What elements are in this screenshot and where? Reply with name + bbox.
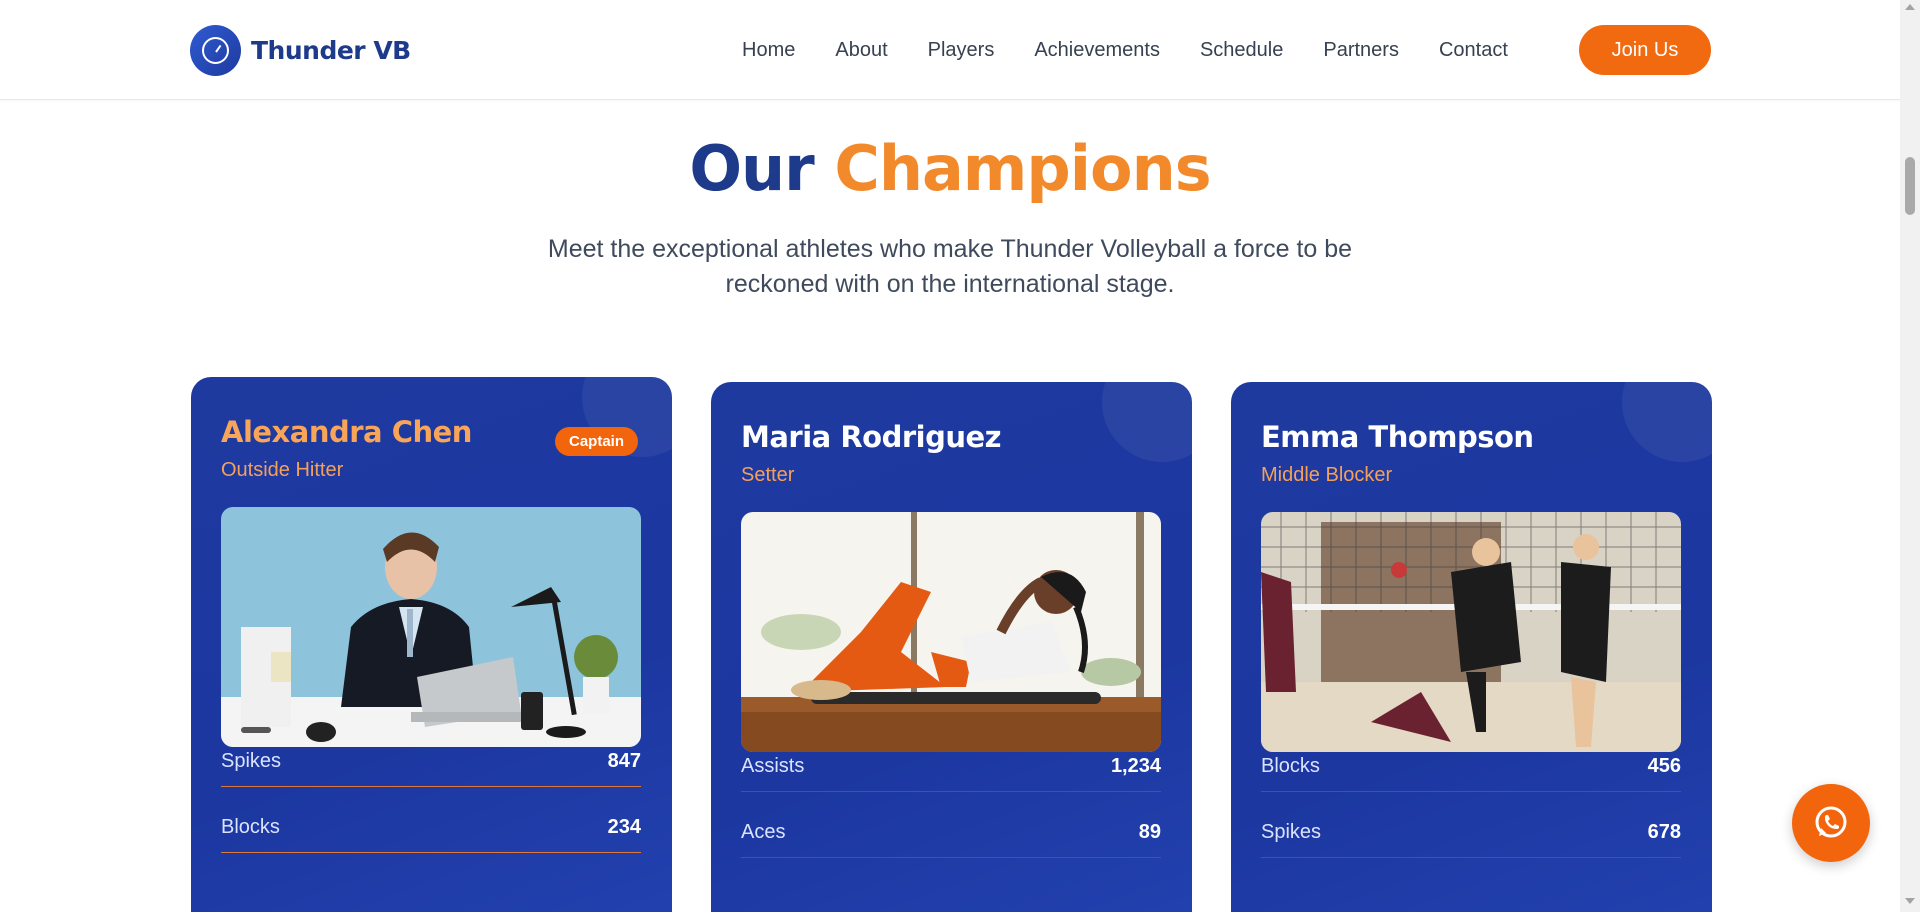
- stat-row-spikes: Spikes 847: [221, 737, 641, 787]
- stat-label: Blocks: [221, 816, 280, 838]
- athlete-doing-situps-photo: [741, 512, 1161, 752]
- nav-partners[interactable]: Partners: [1323, 37, 1399, 63]
- player-card-emma-thompson[interactable]: Emma Thompson Middle Blocker Blocks 456 …: [1231, 382, 1712, 912]
- businessman-at-desk-photo: [221, 507, 641, 747]
- nav-contact[interactable]: Contact: [1439, 37, 1508, 63]
- stat-row-blocks: Blocks 234: [221, 803, 641, 853]
- player-name: Emma Thompson: [1261, 420, 1534, 454]
- nav-about[interactable]: About: [835, 37, 887, 63]
- subtitle-line-2: reckoned with on the international stage…: [725, 270, 1175, 298]
- nav-home[interactable]: Home: [742, 37, 795, 63]
- stat-label: Blocks: [1261, 755, 1320, 777]
- stat-row-aces: Aces 89: [741, 808, 1161, 858]
- title-part-champions: Champions: [834, 132, 1211, 205]
- stat-row-assists: Assists 1,234: [741, 742, 1161, 792]
- volleyball-match-photo: [1261, 512, 1681, 752]
- page-scrollbar[interactable]: [1900, 0, 1920, 912]
- stat-label: Aces: [741, 821, 786, 843]
- scroll-down-arrow-icon[interactable]: [1905, 898, 1915, 904]
- subtitle-line-1: Meet the exceptional athletes who make T…: [547, 235, 1353, 263]
- stat-value: 234: [607, 816, 641, 838]
- player-role: Middle Blocker: [1261, 464, 1393, 486]
- scroll-up-arrow-icon[interactable]: [1905, 4, 1915, 10]
- stat-value: 1,234: [1110, 755, 1161, 777]
- title-part-our: Our: [689, 132, 814, 205]
- nav-achievements[interactable]: Achievements: [1034, 37, 1160, 63]
- stat-label: Assists: [741, 755, 805, 777]
- whatsapp-icon: [1815, 806, 1847, 838]
- nav-schedule[interactable]: Schedule: [1200, 37, 1283, 63]
- player-name: Alexandra Chen: [221, 415, 472, 449]
- scroll-thumb[interactable]: [1905, 157, 1915, 215]
- player-card-alexandra-chen[interactable]: Alexandra Chen Outside Hitter Captain Sp: [191, 377, 672, 912]
- player-name: Maria Rodriguez: [741, 420, 1002, 454]
- logo-text: Thunder VB: [251, 36, 411, 65]
- stat-label: Spikes: [221, 750, 282, 772]
- decorative-circle: [1102, 382, 1192, 462]
- stat-value: 89: [1138, 821, 1161, 843]
- site-header: Thunder VB Home About Players Achievemen…: [0, 0, 1900, 100]
- logo[interactable]: Thunder VB: [190, 25, 411, 76]
- stat-row-blocks: Blocks 456: [1261, 742, 1681, 792]
- section-subtitle: Meet the exceptional athletes who make T…: [500, 232, 1400, 302]
- whatsapp-button[interactable]: [1792, 784, 1870, 862]
- stat-value: 678: [1647, 821, 1681, 843]
- decorative-circle: [1622, 382, 1712, 462]
- player-role: Setter: [741, 464, 795, 486]
- nav-players[interactable]: Players: [928, 37, 995, 63]
- player-card-maria-rodriguez[interactable]: Maria Rodriguez Setter Assists 1,234 Ace…: [711, 382, 1192, 912]
- join-us-button[interactable]: Join Us: [1579, 25, 1711, 75]
- stat-label: Spikes: [1261, 821, 1322, 843]
- captain-badge: Captain: [555, 427, 639, 456]
- stat-value: 847: [607, 750, 641, 772]
- logo-icon: [190, 25, 241, 76]
- stat-value: 456: [1647, 755, 1681, 777]
- section-title: Our Champions: [0, 132, 1900, 205]
- player-role: Outside Hitter: [221, 459, 344, 481]
- stat-row-spikes: Spikes 678: [1261, 808, 1681, 858]
- main-nav: Home About Players Achievements Schedule…: [742, 37, 1548, 63]
